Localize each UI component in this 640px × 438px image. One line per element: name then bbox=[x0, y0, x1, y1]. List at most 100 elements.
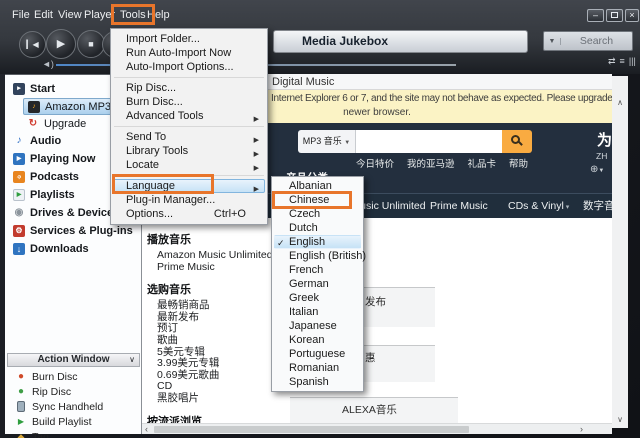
action-window-title: Action Window bbox=[37, 354, 110, 365]
partial-promo-text: 为 bbox=[597, 132, 612, 149]
sidebar-item-downloads[interactable]: ↓ Downloads bbox=[5, 240, 141, 258]
scroll-right-icon[interactable]: › bbox=[580, 424, 583, 434]
sidebar-item-label: Downloads bbox=[30, 243, 89, 255]
application-window: – × FileEditViewPlayerToolsHelp ▎◀▶■▶ ◄)… bbox=[0, 0, 640, 438]
menu-item-send-to[interactable]: Send To ▶ bbox=[113, 130, 265, 144]
language-item-romanian[interactable]: Romanian bbox=[274, 361, 361, 375]
menu-separator bbox=[114, 77, 264, 78]
maximize-button[interactable] bbox=[606, 9, 623, 22]
search-box[interactable]: ▼ Search bbox=[543, 31, 633, 51]
chevron-down-icon: ▾ bbox=[563, 204, 570, 211]
play-button[interactable]: ▶ bbox=[46, 29, 76, 59]
store-side-nav: 播放音乐 Amazon Music Unlimited Prime Music 选购音… bbox=[147, 231, 277, 434]
action-item-burn-disc[interactable]: ● Burn Disc bbox=[5, 369, 141, 384]
tag-icon: ◆ bbox=[17, 431, 25, 438]
columns-icon[interactable]: ||| bbox=[629, 56, 636, 67]
view-option-icons: ⇄ ≡ ||| bbox=[608, 56, 636, 67]
search-dropdown-icon[interactable]: ▼ bbox=[544, 37, 561, 45]
tools-menu: Import Folder... Run Auto-Import Now Auto-… bbox=[110, 28, 268, 225]
menubar-item-edit[interactable]: Edit bbox=[34, 9, 53, 21]
menu-item-auto-import-options[interactable]: Auto-Import Options... bbox=[113, 60, 265, 74]
language-item-greek[interactable]: Greek bbox=[274, 291, 361, 305]
store-sidenav-title: 播放音乐 bbox=[147, 234, 191, 246]
submenu-arrow-icon: ▶ bbox=[253, 116, 259, 123]
scroll-left-icon[interactable]: ‹ bbox=[145, 424, 148, 434]
scroll-down-icon[interactable]: ∨ bbox=[612, 415, 628, 424]
store-sidenav-section: 播放音乐 Amazon Music Unlimited Prime Music bbox=[147, 231, 277, 273]
globe-icon[interactable]: ⊕▼ bbox=[590, 164, 604, 175]
annotation-box-language bbox=[112, 174, 214, 194]
language-item-french[interactable]: French bbox=[274, 263, 361, 277]
store-card-title: 惠 bbox=[365, 352, 376, 364]
store-search-button[interactable] bbox=[502, 130, 532, 153]
action-item-label: Burn Disc bbox=[32, 370, 78, 383]
close-button[interactable]: × bbox=[625, 9, 639, 22]
store-sidenav-item-item[interactable]: 歌曲 bbox=[147, 334, 277, 347]
menu-item-burn-disc[interactable]: Burn Disc... bbox=[113, 95, 265, 109]
sidebar-item-label: Start bbox=[30, 83, 56, 95]
language-item-spanish[interactable]: Spanish bbox=[274, 375, 361, 389]
previous-button[interactable]: ▎◀ bbox=[19, 31, 46, 58]
store-link-item[interactable]: 今日特价 bbox=[356, 156, 394, 170]
store-nav-item[interactable]: 数字音乐 ▾ bbox=[583, 194, 612, 219]
language-item-english[interactable]: ✓ English bbox=[274, 235, 361, 249]
chevron-down-icon[interactable]: ∨ bbox=[129, 354, 135, 366]
language-item-english-british[interactable]: English (British) bbox=[274, 249, 366, 263]
horizontal-scrollbar-thumb[interactable] bbox=[154, 426, 469, 433]
sidebar-item-label: Playing Now bbox=[30, 153, 96, 165]
menu-item-advanced-tools[interactable]: Advanced Tools ▶ bbox=[113, 109, 265, 123]
menu-item-run-auto-import-now[interactable]: Run Auto-Import Now bbox=[113, 46, 265, 60]
menu-item-locate[interactable]: Locate ▶ bbox=[113, 158, 265, 172]
language-item-dutch[interactable]: Dutch bbox=[274, 221, 361, 235]
store-link-item[interactable]: 我的亚马逊 bbox=[407, 156, 455, 170]
language-item-korean[interactable]: Korean bbox=[274, 333, 361, 347]
services-icon: ⚙ bbox=[13, 225, 25, 237]
submenu-arrow-icon: ▶ bbox=[253, 165, 259, 172]
menu-item-label: Options... bbox=[126, 208, 174, 220]
playlists-icon: ▶ bbox=[13, 189, 25, 201]
store-link-item[interactable]: 帮助 bbox=[509, 156, 528, 170]
language-item-label: French bbox=[289, 264, 324, 276]
minimize-button[interactable]: – bbox=[587, 9, 604, 22]
store-search-input[interactable] bbox=[356, 130, 502, 153]
language-item-german[interactable]: German bbox=[274, 277, 361, 291]
menu-item-rip-disc[interactable]: Rip Disc... bbox=[113, 81, 265, 95]
sidebar-item-label: Audio bbox=[30, 135, 62, 147]
menubar-item-file[interactable]: File bbox=[12, 9, 30, 21]
language-item-label: Spanish bbox=[289, 376, 329, 388]
action-window-header[interactable]: Action Window ∨ bbox=[7, 353, 140, 367]
search-category-dropdown[interactable]: MP3 音乐 ▼ bbox=[298, 130, 356, 153]
action-item-sync-handheld[interactable]: Sync Handheld bbox=[5, 399, 141, 414]
menubar-item-view[interactable]: View bbox=[58, 9, 82, 21]
action-item-rip-disc[interactable]: ● Rip Disc bbox=[5, 384, 141, 399]
menu-item-options[interactable]: Options... Ctrl+O bbox=[113, 207, 265, 221]
sidebar-item-label: Playlists bbox=[30, 189, 75, 201]
menu-item-plug-in-manager[interactable]: Plug-in Manager... bbox=[113, 193, 265, 207]
language-item-japanese[interactable]: Japanese bbox=[274, 319, 361, 333]
action-item-build-playlist[interactable]: ▶ Build Playlist bbox=[5, 414, 141, 429]
menu-item-library-tools[interactable]: Library Tools ▶ bbox=[113, 144, 265, 158]
menu-item-import-folder[interactable]: Import Folder... bbox=[113, 32, 265, 46]
store-sidenav-item-prime-music[interactable]: Prime Music bbox=[147, 261, 277, 274]
store-card[interactable]: ALEXA音乐 bbox=[290, 397, 458, 423]
store-link-item[interactable]: 礼品卡 bbox=[468, 156, 497, 170]
store-sidenav-item-item[interactable]: 黑胶唱片 bbox=[147, 392, 277, 405]
store-nav-prime-music[interactable]: Prime Music bbox=[430, 194, 488, 219]
menu-item-label: Advanced Tools bbox=[126, 110, 204, 122]
language-item-portuguese[interactable]: Portuguese bbox=[274, 347, 361, 361]
language-item-czech[interactable]: Czech bbox=[274, 207, 361, 221]
language-item-label: Czech bbox=[289, 208, 321, 220]
language-item-italian[interactable]: Italian bbox=[274, 305, 361, 319]
scroll-up-icon[interactable]: ∧ bbox=[612, 98, 628, 107]
store-sidenav-item-3-99[interactable]: 3.99美元专辑 bbox=[147, 358, 277, 370]
store-sidenav-item-amazon-music-unlimited[interactable]: Amazon Music Unlimited bbox=[147, 249, 277, 262]
menu-item-label: Burn Disc... bbox=[126, 96, 183, 108]
vertical-scrollbar[interactable]: ∧ ∨ bbox=[612, 76, 628, 428]
horizontal-scrollbar[interactable]: ‹ › bbox=[142, 423, 612, 434]
stop-button[interactable]: ■ bbox=[77, 30, 105, 58]
action-item-tag[interactable]: ◆ Tag bbox=[5, 429, 141, 438]
store-nav-cds-vinyl[interactable]: CDs & Vinyl ▾ bbox=[508, 194, 569, 219]
audio-icon: ♪ bbox=[16, 135, 22, 146]
continuous-icon[interactable]: ≡ bbox=[620, 56, 625, 67]
shuffle-icon[interactable]: ⇄ bbox=[608, 56, 616, 67]
